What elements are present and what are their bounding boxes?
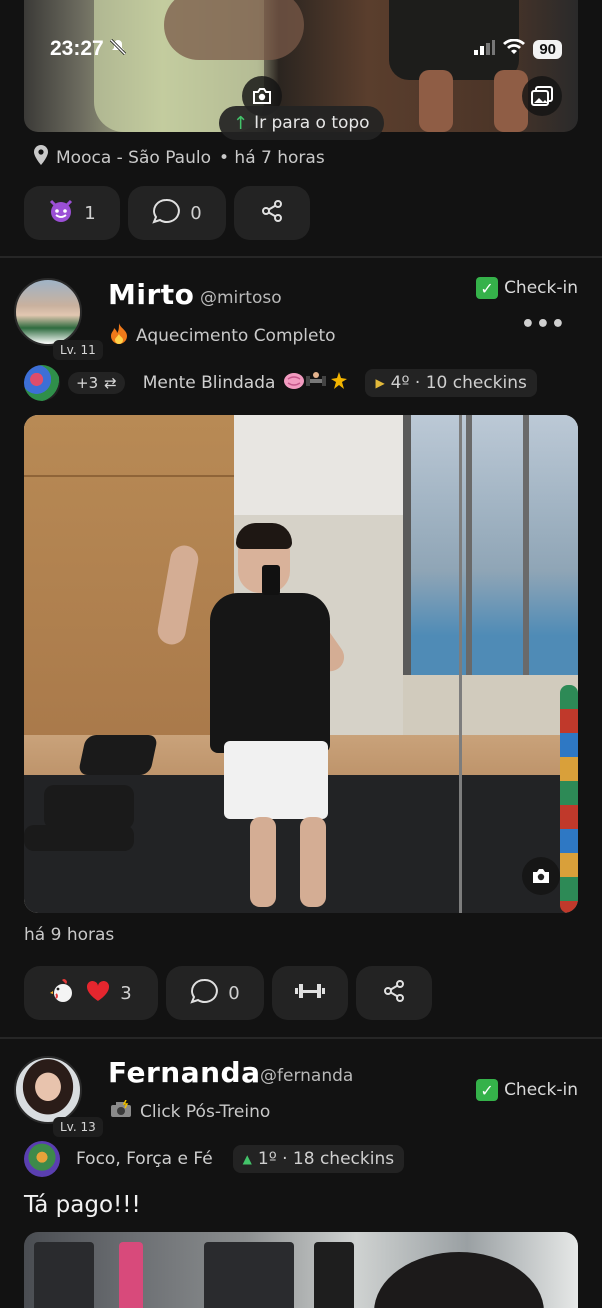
- post-divider: [0, 256, 602, 258]
- wifi-icon: [503, 38, 526, 59]
- rank-neutral-icon: ▶: [375, 376, 385, 390]
- more-options-icon[interactable]: •••: [521, 312, 566, 337]
- reaction-count: 3: [120, 982, 132, 1004]
- level-badge: Lv. 11: [53, 340, 103, 360]
- location-pin-icon: [34, 145, 48, 170]
- group-extra-badge[interactable]: +3 ⇄: [68, 372, 125, 394]
- post-caption: Tá pago!!!: [24, 1192, 141, 1218]
- camera-flash-icon: [110, 1099, 132, 1123]
- share-button[interactable]: [356, 966, 432, 1020]
- reaction-button[interactable]: 1: [24, 186, 120, 240]
- level-badge: Lv. 13: [53, 1117, 103, 1137]
- person-phone: [262, 565, 280, 595]
- user-name[interactable]: Fernanda: [108, 1056, 261, 1089]
- rank-up-icon: ▲: [242, 1152, 252, 1166]
- workout-title-text: Aquecimento Completo: [136, 325, 336, 346]
- comment-count: 0: [228, 982, 240, 1004]
- signal-icon: [473, 39, 496, 59]
- checkin-badge: ✓ Check-in: [476, 1079, 578, 1101]
- status-indicators: 90: [473, 38, 562, 59]
- share-button[interactable]: [234, 186, 310, 240]
- swap-icon: ⇄: [104, 374, 117, 392]
- share-icon: [382, 979, 406, 1008]
- user-handle[interactable]: @mirtoso: [200, 288, 282, 308]
- check-mark-icon: ✓: [476, 277, 499, 299]
- scene-bench: [44, 785, 134, 829]
- person-hair: [236, 523, 292, 549]
- camera-icon[interactable]: [522, 857, 560, 895]
- gallery-icon[interactable]: [522, 76, 562, 116]
- comment-icon: [152, 198, 181, 229]
- arrow-up-icon: ↑: [233, 112, 249, 134]
- group-row[interactable]: +3 ⇄ Mente Blindada ▶ 4º · 10 checkins: [24, 365, 537, 401]
- heart-icon: [86, 980, 110, 1007]
- group-extra-count: +3: [76, 374, 99, 392]
- status-time: 23:27: [50, 37, 126, 61]
- workout-title: Click Pós-Treino: [110, 1099, 271, 1123]
- comment-button[interactable]: 0: [128, 186, 226, 240]
- comment-count: 0: [190, 202, 202, 224]
- workout-details-button[interactable]: [272, 966, 348, 1020]
- rank-text: 4º · 10 checkins: [390, 373, 527, 393]
- location-label[interactable]: Mooca - São Paulo: [56, 148, 211, 168]
- scene-person: [314, 1242, 354, 1308]
- group-name: Foco, Força e Fé: [76, 1149, 213, 1169]
- avatar[interactable]: [14, 1056, 82, 1124]
- person-shirt: [210, 593, 330, 753]
- checkin-label: Check-in: [504, 278, 578, 298]
- scroll-to-top-button[interactable]: ↑ Ir para o topo: [219, 106, 384, 140]
- group-name: Mente Blindada: [142, 373, 276, 393]
- checkin-label: Check-in: [504, 1080, 578, 1100]
- rank-chip: ▶ 4º · 10 checkins: [365, 369, 537, 397]
- scene-equipment: [34, 1242, 94, 1308]
- group-row[interactable]: Foco, Força e Fé ▲ 1º · 18 checkins: [24, 1141, 405, 1177]
- chicken-emoji-icon: [50, 978, 76, 1009]
- user-name[interactable]: Mirto: [108, 278, 194, 311]
- comment-button[interactable]: 0: [166, 966, 264, 1020]
- photo-subject-leg: [419, 70, 453, 132]
- scroll-to-top-label: Ir para o topo: [254, 113, 370, 133]
- battery-indicator: 90: [533, 39, 562, 59]
- workout-title-text: Click Pós-Treino: [140, 1101, 271, 1122]
- post-divider: [0, 1037, 602, 1039]
- avatar[interactable]: [14, 278, 82, 346]
- previous-post-meta: Mooca - São Paulo • há 7 horas: [34, 145, 325, 170]
- rank-text: 1º · 18 checkins: [257, 1149, 395, 1169]
- status-bar: 23:27 90: [50, 34, 562, 64]
- group-avatar: [24, 1141, 60, 1177]
- share-icon: [260, 199, 284, 228]
- rank-chip: ▲ 1º · 18 checkins: [232, 1145, 405, 1173]
- scene-equipment: [204, 1242, 294, 1308]
- reaction-count: 1: [84, 202, 96, 224]
- scene-windows: [403, 415, 578, 675]
- user-handle[interactable]: @fernanda: [260, 1066, 353, 1086]
- group-avatar: [24, 365, 60, 401]
- post-photo[interactable]: [24, 415, 578, 913]
- dumbbell-icon: [294, 982, 326, 1005]
- workout-title: Aquecimento Completo: [110, 322, 336, 349]
- check-mark-icon: ✓: [476, 1079, 499, 1101]
- time-ago: • há 7 horas: [219, 147, 325, 168]
- post-photo[interactable]: [24, 1232, 578, 1308]
- group-emoji-icons: [283, 370, 349, 397]
- person-leg: [300, 817, 326, 907]
- person-shorts: [224, 741, 328, 819]
- bell-muted-icon: [109, 37, 126, 61]
- scene-medicine-balls: [560, 685, 578, 913]
- scene-mirror-edge: [459, 415, 462, 913]
- reaction-button[interactable]: 3: [24, 966, 158, 1020]
- fire-icon: [110, 322, 128, 349]
- scene-person-head: [374, 1252, 544, 1308]
- time-ago: há 9 horas: [24, 925, 115, 945]
- person-leg: [250, 817, 276, 907]
- scene-bench: [77, 735, 159, 775]
- scene-wood-wall: [24, 415, 234, 755]
- devil-emoji-icon: [48, 199, 74, 228]
- scene-person: [119, 1242, 143, 1308]
- scene-bench: [24, 825, 134, 851]
- comment-icon: [190, 978, 219, 1009]
- clock: 23:27: [50, 37, 104, 60]
- checkin-badge: ✓ Check-in: [476, 277, 578, 299]
